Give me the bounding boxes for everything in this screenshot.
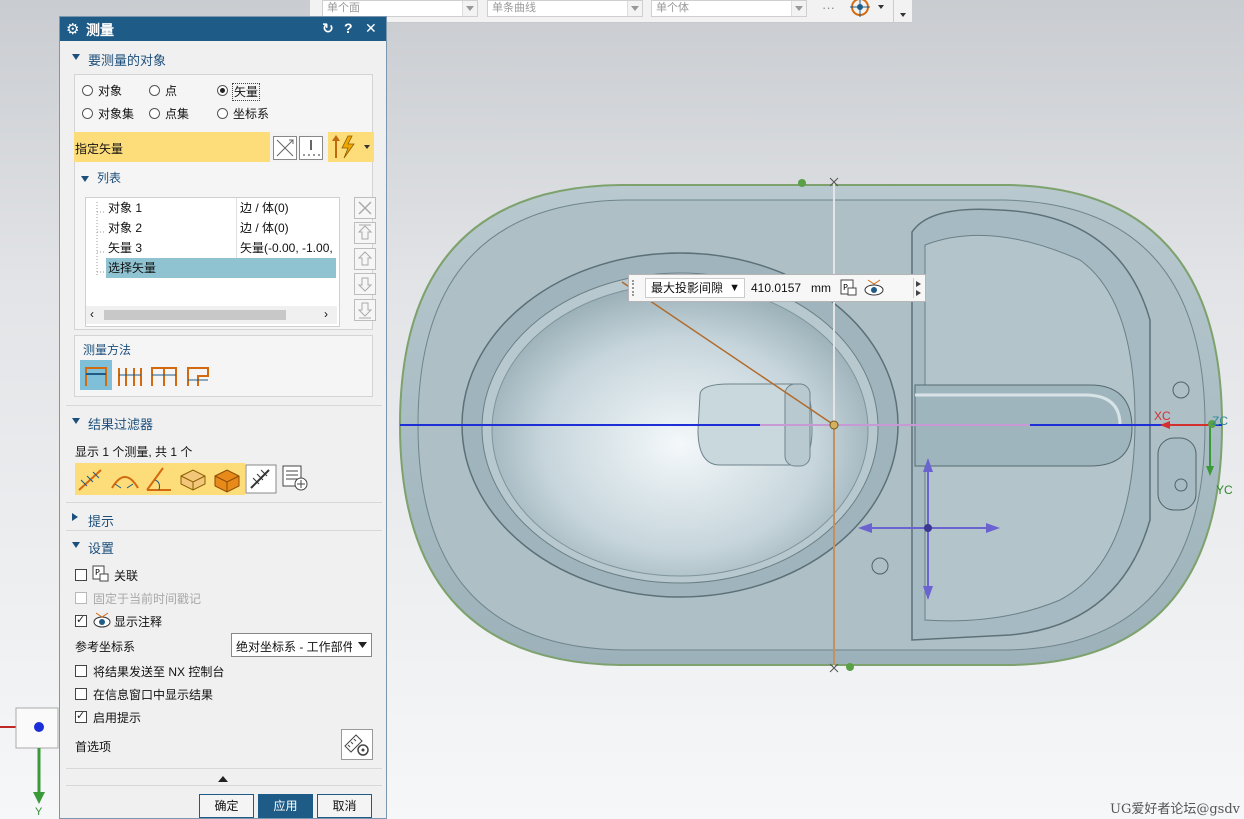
move-bottom-button[interactable]	[354, 299, 376, 321]
list-row[interactable]: 矢量 3矢量(-0.00, -1.00, 0.00)	[86, 238, 338, 258]
filter-add-button[interactable]	[279, 464, 311, 494]
specify-vector-row[interactable]: 指定矢量	[74, 132, 270, 162]
filter-curve-button[interactable]	[109, 464, 141, 494]
fix-timestamp-checkbox[interactable]	[75, 592, 87, 604]
filter-select-all-button[interactable]	[245, 464, 277, 494]
gear-icon: ⚙	[66, 21, 80, 38]
method-gap-button[interactable]	[148, 360, 180, 390]
method-parallel-button[interactable]	[114, 360, 146, 390]
associative-icon[interactable]: P	[839, 279, 859, 297]
collapse-icon	[72, 54, 80, 60]
collapse-icon	[72, 542, 80, 548]
objects-section-header[interactable]: 要测量的对象	[66, 47, 382, 69]
ok-button[interactable]: 确定	[199, 794, 254, 818]
measure-result-popup[interactable]: 最大投影间隙 ▼ 410.0157 mm P	[628, 274, 926, 302]
send-nx-label: 将结果发送至 NX 控制台	[93, 665, 225, 679]
horizontal-scrollbar[interactable]: ‹ ›	[86, 306, 337, 324]
dialog-titlebar[interactable]: ⚙ 测量 ↻ ? ✕	[60, 17, 386, 41]
svg-text:P: P	[843, 283, 848, 292]
move-top-button[interactable]	[354, 222, 376, 244]
fix-timestamp-label: 固定于当前时间戳记	[93, 592, 202, 606]
ruler-gear-icon	[344, 734, 369, 756]
curve-rule-dropdown[interactable]: 单条曲线	[487, 0, 643, 17]
method-profile-button[interactable]	[182, 360, 214, 390]
reset-icon[interactable]: ↻	[322, 20, 334, 37]
vector-dialog-icon[interactable]	[299, 136, 323, 160]
show-info-checkbox[interactable]	[75, 688, 87, 700]
scroll-right-icon[interactable]: ›	[324, 307, 328, 321]
measure-unit: mm	[811, 281, 831, 295]
scroll-left-icon[interactable]: ‹	[90, 307, 94, 321]
filter-count-text: 显示 1 个测量, 共 1 个	[75, 445, 193, 459]
associative-label: 关联	[114, 569, 139, 583]
list-section-header[interactable]: 列表	[81, 169, 121, 186]
send-nx-checkbox[interactable]	[75, 665, 87, 677]
list-row[interactable]: 对象 2边 / 体(0)	[86, 218, 338, 238]
show-annotation-checkbox[interactable]	[75, 613, 87, 627]
measure-type-dropdown[interactable]: 最大投影间隙 ▼	[645, 278, 745, 298]
settings-section-header[interactable]: 设置	[66, 535, 382, 557]
show-info-label: 在信息窗口中显示结果	[93, 688, 214, 702]
list-row-selected[interactable]: 选择矢量	[86, 258, 338, 278]
yc-label: YC	[1216, 483, 1233, 497]
enable-hint-checkbox[interactable]	[75, 709, 87, 723]
move-down-button[interactable]	[354, 273, 376, 295]
preferences-label: 首选项	[75, 740, 112, 754]
collapse-icon	[72, 418, 80, 424]
associative-icon: P	[92, 565, 109, 582]
method-projected-button[interactable]	[80, 360, 112, 390]
more-icon[interactable]: ···	[822, 0, 835, 15]
filter-angle-button[interactable]	[143, 464, 175, 494]
svg-text:P: P	[95, 568, 100, 577]
chevron-down-icon	[358, 642, 367, 648]
lightning-vector-icon	[332, 135, 370, 159]
preferences-button[interactable]	[341, 729, 373, 760]
absolute-csys-triad: Y	[0, 707, 59, 818]
close-icon[interactable]: ✕	[365, 20, 377, 37]
result-filter-header[interactable]: 结果过滤器	[66, 411, 382, 433]
collapse-up-icon[interactable]	[217, 775, 229, 783]
graphics-viewport[interactable]: XC ZC YC	[390, 22, 1244, 819]
zc-label: ZC	[1212, 414, 1228, 428]
ref-csys-label: 参考坐标系	[75, 640, 136, 654]
measure-value[interactable]: 410.0157	[751, 281, 801, 295]
drag-handle[interactable]	[632, 280, 640, 296]
move-up-button[interactable]	[354, 248, 376, 270]
toolbar-overflow-button[interactable]	[893, 0, 913, 22]
filter-area-button[interactable]	[177, 464, 209, 494]
xc-label: XC	[1154, 409, 1171, 423]
ref-csys-dropdown[interactable]: 绝对坐标系 - 工作部件	[231, 633, 372, 657]
measure-dialog: ⚙ 测量 ↻ ? ✕ 要测量的对象 对象 点 矢量 对象集 点集 坐标系 指定矢…	[59, 16, 387, 819]
popup-options-button[interactable]	[913, 278, 924, 298]
face-rule-dropdown[interactable]: 单个面	[322, 0, 478, 17]
measure-method-panel: 测量方法	[74, 335, 373, 397]
remove-item-button[interactable]	[354, 197, 376, 219]
selection-bar: 单个面 单条曲线 单个体 ···	[310, 0, 912, 23]
dialog-title: 测量	[86, 22, 114, 38]
watermark: UG爱好者论坛@gsdv	[1109, 802, 1240, 817]
scroll-thumb[interactable]	[104, 310, 286, 320]
snap-point-icon[interactable]	[848, 0, 888, 19]
objects-panel: 对象 点 矢量 对象集 点集 坐标系 指定矢量 列表 对象 1边 / 体(0)	[74, 74, 376, 330]
apply-button[interactable]: 应用	[258, 794, 313, 818]
reverse-vector-icon[interactable]	[273, 136, 297, 160]
filter-distance-button[interactable]	[75, 464, 107, 494]
expand-icon	[72, 513, 78, 521]
annotation-eye-icon	[93, 612, 111, 628]
show-annotation-icon[interactable]	[863, 278, 885, 298]
body-rule-dropdown[interactable]: 单个体	[651, 0, 807, 17]
inferred-vector-button[interactable]	[328, 132, 374, 162]
show-annotation-label: 显示注释	[114, 615, 163, 629]
y-axis-label: Y	[35, 806, 43, 818]
cancel-button[interactable]: 取消	[317, 794, 372, 818]
hint-section-header[interactable]: 提示	[66, 508, 382, 530]
help-icon[interactable]: ?	[344, 20, 353, 36]
measure-list[interactable]: 对象 1边 / 体(0) 对象 2边 / 体(0) 矢量 3 矢量(-0.00, …	[85, 197, 340, 327]
enable-hint-label: 启用提示	[93, 711, 142, 725]
filter-volume-button[interactable]	[211, 464, 243, 494]
associative-checkbox[interactable]	[75, 569, 87, 581]
dropdown-arrow-icon: ▼	[729, 282, 740, 294]
list-row[interactable]: 对象 1边 / 体(0)	[86, 198, 338, 218]
